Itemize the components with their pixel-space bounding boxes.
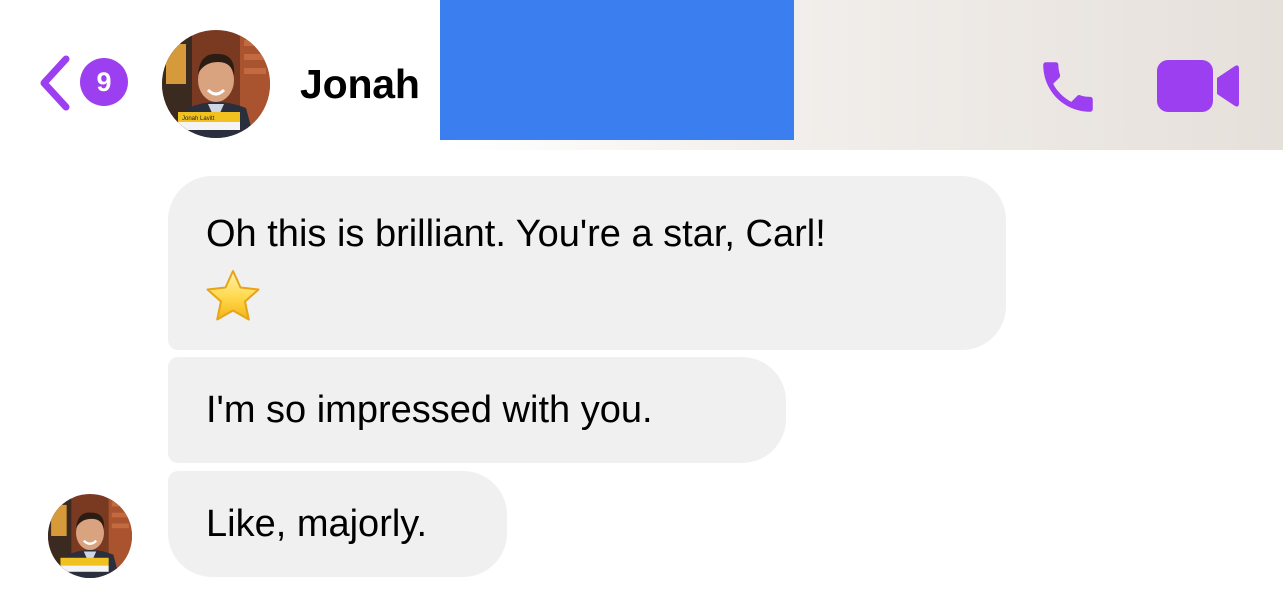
redaction-block: [440, 0, 794, 140]
avatar-photo: Jonah Lavitt: [162, 30, 270, 138]
message-text: Oh this is brilliant. You're a star, Car…: [206, 213, 826, 255]
message-text: I'm so impressed with you.: [206, 389, 653, 431]
contact-name[interactable]: Jonah: [300, 58, 420, 110]
message-content: Oh this is brilliant. You're a star, Car…: [206, 206, 826, 324]
message-bubble[interactable]: I'm so impressed with you.: [168, 357, 786, 463]
back-button[interactable]: 9: [36, 52, 136, 114]
voice-call-button[interactable]: [1034, 54, 1102, 120]
message-bubble[interactable]: Oh this is brilliant. You're a star, Car…: [168, 176, 1006, 350]
star-icon: [206, 270, 260, 321]
message-text: Like, majorly.: [206, 503, 428, 545]
conversation-header: 9 Jonah Lavitt Jonah: [0, 0, 1283, 150]
phone-icon: [1043, 62, 1093, 112]
contact-avatar[interactable]: Jonah Lavitt: [162, 30, 270, 138]
video-camera-icon: [1157, 60, 1239, 112]
conversation-screen: 9 Jonah Lavitt Jonah Oh this is brillian…: [0, 0, 1283, 602]
unread-count-badge: 9: [80, 58, 128, 106]
message-bubble[interactable]: Like, majorly.: [168, 471, 507, 577]
chevron-left-icon: [40, 55, 70, 111]
avatar-caption: Jonah Lavitt: [182, 116, 215, 122]
sender-avatar[interactable]: [48, 494, 132, 578]
video-call-button[interactable]: [1157, 60, 1239, 112]
avatar-photo: [48, 494, 132, 578]
